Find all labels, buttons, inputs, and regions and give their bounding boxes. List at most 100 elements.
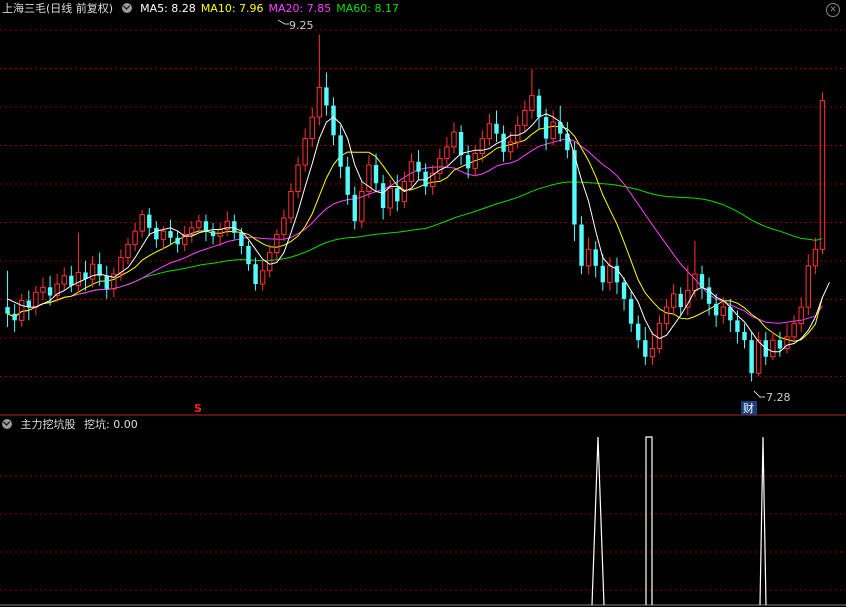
indicator-series <box>0 436 846 606</box>
candle-body <box>649 347 656 358</box>
candle-body <box>607 265 613 283</box>
candle-body <box>380 183 386 208</box>
candle-body <box>40 286 46 293</box>
candle-body <box>160 230 167 240</box>
candle-body <box>643 340 648 357</box>
candle-body <box>585 248 592 267</box>
candle-body <box>239 232 244 246</box>
ma-legend-item: MA60: 8.17 <box>336 2 399 15</box>
candle-body <box>416 161 421 172</box>
candle-body <box>26 300 31 308</box>
candle-body <box>373 165 379 184</box>
candle-body <box>154 227 159 240</box>
candle-body <box>494 123 499 134</box>
candle-body <box>600 265 605 283</box>
candle-body <box>132 230 138 245</box>
candle-body <box>770 339 776 358</box>
candle-body <box>175 237 180 245</box>
candle-body <box>755 339 762 374</box>
candle-body <box>295 164 301 192</box>
main-header: 上海三毛(日线 前复权) MA5: 8.28 MA10: 7.96 MA20: 7.… <box>2 1 409 17</box>
ma-settings-icon[interactable] <box>121 3 132 13</box>
candle-body <box>281 217 287 235</box>
candle-body <box>302 138 308 166</box>
indicator-title: 主力挖坑股 <box>20 418 76 431</box>
candle-body <box>656 323 663 349</box>
candle-body <box>791 323 797 338</box>
ma10-path <box>7 125 823 342</box>
candle-body <box>735 320 740 332</box>
candle-body <box>387 187 393 209</box>
candle-body <box>232 221 237 233</box>
candle-body <box>203 221 209 232</box>
candle-body <box>47 287 53 296</box>
candlestick-series <box>5 34 826 382</box>
candle-body <box>147 214 152 228</box>
ma-legend-item: MA10: 7.96 <box>200 2 264 15</box>
candle-body <box>395 188 400 202</box>
candle-body <box>274 233 280 254</box>
candle-body <box>670 293 677 308</box>
candle-body <box>636 323 641 341</box>
candle-body <box>451 131 457 148</box>
high-pointer <box>277 19 289 25</box>
candle-body <box>720 306 726 316</box>
news-badge[interactable]: 财 <box>743 401 754 415</box>
candle-body <box>579 224 584 266</box>
ma-legend-item: MA5: 8.28 <box>140 2 196 15</box>
candle-body <box>543 117 549 139</box>
candle-body <box>621 282 627 299</box>
indicator-value: 挖坑: 0.00 <box>84 418 138 431</box>
candle-body <box>324 87 329 106</box>
candle-body <box>699 274 705 288</box>
candle-body <box>267 252 273 272</box>
ma20-path <box>7 137 823 324</box>
low-pointer <box>753 390 765 398</box>
sell-signal-marker: S <box>194 402 202 415</box>
candle-body <box>529 95 535 112</box>
candle-body <box>259 270 266 285</box>
candle-body <box>168 231 173 238</box>
close-icon[interactable]: ✕ <box>826 3 840 17</box>
candle-body <box>331 105 336 136</box>
candle-body <box>812 248 819 267</box>
candle-body <box>479 138 486 154</box>
indicator-spike <box>645 436 653 605</box>
candle-body <box>288 190 294 219</box>
candle-body <box>663 306 670 325</box>
price-grid <box>0 29 846 591</box>
candle-body <box>12 313 17 321</box>
indicator-settings-icon[interactable] <box>2 419 12 429</box>
indicator-header: 主力挖坑股 挖坑: 0.00 <box>2 417 143 433</box>
candle-body <box>522 110 528 126</box>
candle-body <box>501 133 506 152</box>
candle-body <box>352 194 357 222</box>
candle-body <box>593 249 598 266</box>
candle-body <box>458 132 464 156</box>
ma5-path <box>7 113 830 353</box>
high-label: 9.25 <box>289 19 314 32</box>
candle-body <box>515 124 521 143</box>
candle-body <box>713 303 719 316</box>
candle-body <box>345 166 350 195</box>
security-title: 上海三毛(日线 前复权) <box>2 2 114 15</box>
candle-body <box>805 265 811 308</box>
candle-body <box>338 135 343 167</box>
candle-body <box>550 121 556 140</box>
candle-body <box>69 275 74 286</box>
candle-body <box>742 331 747 341</box>
candle-body <box>749 340 754 374</box>
candle-body <box>309 116 315 140</box>
candle-body <box>210 231 216 237</box>
ma-legend-item: MA20: 7.85 <box>268 2 332 15</box>
ma-legend: MA5: 8.28 MA10: 7.96 MA20: 7.85 MA60: 8.17 <box>140 2 404 15</box>
ma5-line <box>7 113 830 353</box>
candle-body <box>486 123 493 140</box>
ma10-line <box>7 125 823 342</box>
candle-body <box>507 141 514 153</box>
candle-body <box>61 275 67 285</box>
indicator-spike <box>759 436 767 606</box>
candle-body <box>444 146 450 159</box>
candle-body <box>75 271 82 287</box>
candle-body <box>5 307 10 314</box>
